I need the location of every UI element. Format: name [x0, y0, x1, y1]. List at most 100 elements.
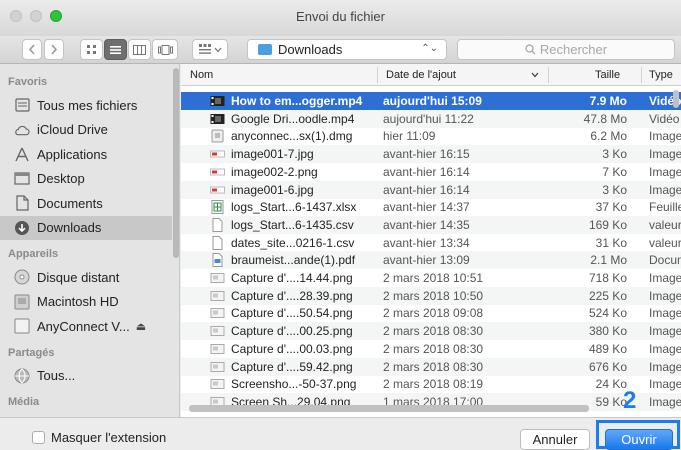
- column-size[interactable]: Taille: [595, 69, 620, 81]
- file-row[interactable]: image001-6.jpg avant-hier 16:14 3 Ko Image: [181, 180, 681, 199]
- sidebar-item-label: Desktop: [37, 171, 85, 186]
- file-row[interactable]: anyconnec...sx(1).dmg hier 11:09 6.2 Mo Ima…: [181, 127, 681, 145]
- file-row[interactable]: logs_Start...6-1437.xlsx avant-hier 14:37…: [181, 198, 681, 216]
- list-view-button[interactable]: [104, 39, 127, 60]
- network-icon: [14, 368, 30, 384]
- file-size: 31 Ko: [595, 235, 627, 250]
- desktop-icon: [14, 171, 30, 187]
- sidebar-item[interactable]: Downloads: [0, 215, 172, 240]
- file-row[interactable]: Capture d'....00.03.png 2 mars 2018 08:30…: [181, 340, 681, 358]
- cancel-button[interactable]: Annuler: [520, 429, 590, 450]
- file-date-added: avant-hier 13:34: [383, 235, 470, 250]
- sidebar-item[interactable]: Applications: [0, 142, 172, 166]
- file-row[interactable]: logs_Start...6-1435.csv avant-hier 14:35 1…: [181, 215, 681, 234]
- file-size: 7.9 Mo: [589, 94, 627, 108]
- sidebar-section-heading: Média: [8, 396, 40, 408]
- hide-extension-label: Masquer l'extension: [51, 430, 167, 445]
- sidebar-item[interactable]: Tous...: [0, 364, 172, 388]
- sidebar-item[interactable]: Documents: [0, 191, 172, 215]
- file-type: Image: [649, 147, 681, 162]
- file-row[interactable]: Capture d'....00.25.png 2 mars 2018 08:30…: [181, 322, 681, 341]
- sidebar-item[interactable]: Macintosh HD: [0, 290, 172, 314]
- arrange-icon: [198, 44, 211, 54]
- column-header: Nom Date de l'ajout Taille Type: [181, 64, 681, 86]
- bottom-bar: Masquer l'extension Annuler Ouvrir: [0, 417, 681, 450]
- file-type: Feuille: [649, 200, 681, 215]
- file-size: 489 Ko: [588, 341, 627, 356]
- sidebar-item[interactable]: iCloud Drive: [0, 118, 172, 142]
- sidebar-item-label: AnyConnect V...: [37, 318, 130, 334]
- all-files-icon: [14, 97, 30, 113]
- sidebar-scrollbar[interactable]: [173, 68, 179, 258]
- file-size: 169 Ko: [588, 217, 627, 232]
- file-size: 47.8 Mo: [583, 111, 627, 126]
- file-row[interactable]: image001-7.jpg avant-hier 16:15 3 Ko Image: [181, 145, 681, 164]
- updown-arrows-icon: ⌃⌄: [421, 43, 438, 54]
- column-name[interactable]: Nom: [190, 69, 213, 81]
- file-type: Image: [649, 288, 681, 303]
- column-divider: [548, 67, 549, 83]
- step-number-annotation: 2: [623, 387, 637, 414]
- file-date-added: 2 mars 2018 08:30: [383, 324, 484, 339]
- location-popup[interactable]: Downloads ⌃⌄: [247, 39, 447, 60]
- file-list-horizontal-scrollbar[interactable]: [189, 405, 589, 412]
- file-type: Image: [649, 271, 681, 285]
- sidebar-section-heading: Partagés: [8, 346, 55, 359]
- file-date-added: 2 mars 2018 10:50: [383, 288, 484, 303]
- file-name: logs_Start...6-1435.csv: [231, 217, 354, 232]
- file-name: braumeist...ande(1).pdf: [231, 253, 356, 268]
- chevron-right-icon: [51, 44, 58, 55]
- chevron-left-icon: [28, 44, 35, 55]
- sidebar-item[interactable]: Desktop: [0, 167, 172, 191]
- file-row[interactable]: Capture d'....28.39.png 2 mars 2018 10:50…: [181, 286, 681, 305]
- file-row[interactable]: Capture d'....14.44.png 2 mars 2018 10:51…: [181, 269, 681, 287]
- screenshot-icon: [210, 377, 225, 391]
- sidebar-item-label: Tous mes fichiers: [37, 97, 138, 113]
- file-name: dates_site...0216-1.csv: [231, 235, 355, 250]
- column-type[interactable]: Type: [649, 69, 681, 81]
- arrange-menu-button[interactable]: [192, 39, 228, 60]
- icon-view-button[interactable]: [80, 39, 103, 60]
- sidebar-item[interactable]: AnyConnect V... ⏏: [0, 314, 172, 338]
- gallery-view-button[interactable]: [152, 39, 178, 60]
- column-divider: [377, 67, 378, 83]
- file-type: valeurs: [649, 217, 681, 232]
- file-name: image001-7.jpg: [231, 147, 314, 162]
- file-date-added: 2 mars 2018 08:19: [383, 377, 484, 392]
- file-row[interactable]: Capture d'....59.42.png 2 mars 2018 08:30…: [181, 357, 681, 376]
- file-date-added: avant-hier 16:14: [383, 182, 470, 197]
- sidebar-item[interactable]: Tous mes fichiers: [0, 93, 172, 117]
- file-type: Image: [649, 394, 681, 409]
- chevron-down-icon: [214, 47, 221, 52]
- file-type: Image: [649, 306, 681, 321]
- file-row[interactable]: Google Dri...oodle.mp4 aujourd'hui 11:22 4…: [181, 109, 681, 128]
- spreadsheet-icon: [210, 200, 225, 215]
- documents-icon: [14, 195, 30, 211]
- pdf-icon: [210, 253, 225, 268]
- column-date[interactable]: Date de l'ajout: [386, 69, 456, 81]
- file-row[interactable]: braumeist...ande(1).pdf avant-hier 13:09 2…: [181, 251, 681, 270]
- file-size: 380 Ko: [588, 324, 627, 339]
- file-size: 3 Ko: [602, 182, 627, 197]
- file-row[interactable]: Capture d'....50.54.png 2 mars 2018 09:08…: [181, 304, 681, 322]
- file-row[interactable]: Screensho...-50-37.png 2 mars 2018 08:19 2…: [181, 375, 681, 393]
- screenshot-icon: [210, 360, 225, 374]
- search-field[interactable]: Rechercher: [457, 39, 675, 60]
- sidebar-item[interactable]: Disque distant: [0, 265, 172, 289]
- file-list-vertical-scrollbar[interactable]: [673, 90, 679, 108]
- hide-extension-checkbox[interactable]: [32, 431, 45, 444]
- column-view-button[interactable]: [128, 39, 151, 60]
- file-row[interactable]: How to em...ogger.mp4 aujourd'hui 15:09 7.…: [181, 92, 681, 110]
- file-type: Image: [649, 182, 681, 197]
- file-size: 676 Ko: [588, 359, 627, 374]
- file-type: Image: [649, 341, 681, 356]
- file-row[interactable]: dates_site...0216-1.csv avant-hier 13:34 3…: [181, 234, 681, 252]
- file-type: Image: [649, 377, 681, 392]
- eject-icon[interactable]: ⏏: [136, 320, 146, 333]
- file-date-added: aujourd'hui 15:09: [383, 94, 482, 108]
- back-button[interactable]: [22, 39, 42, 60]
- open-button-highlight: [596, 420, 680, 449]
- file-name: Google Dri...oodle.mp4: [231, 111, 355, 126]
- forward-button[interactable]: [44, 39, 64, 60]
- file-row[interactable]: image002-2.png avant-hier 16:14 7 Ko Image: [181, 163, 681, 181]
